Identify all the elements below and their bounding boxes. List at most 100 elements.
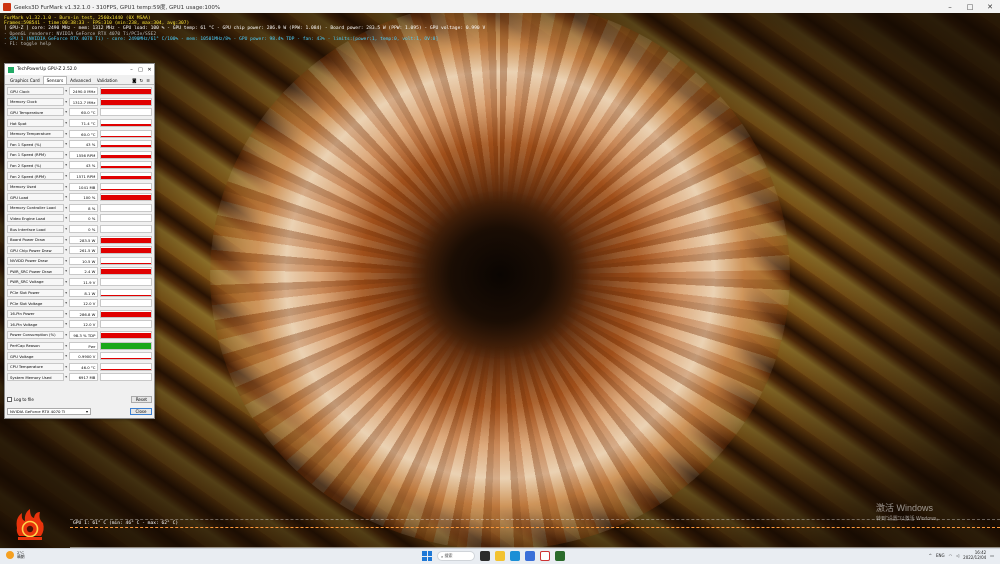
sensor-row: PWR_SRC Voltage ▾ 11.9 V — [7, 277, 153, 288]
tab-validation[interactable]: Validation — [94, 77, 121, 84]
minimize-icon[interactable]: – — [940, 3, 960, 11]
sensor-graph-fill — [101, 311, 152, 317]
tab-advanced[interactable]: Advanced — [67, 77, 94, 84]
sensor-row: Fan 1 Speed (RPM) ▾ 1556 RPM — [7, 150, 153, 161]
sensor-graph — [100, 309, 153, 318]
sensor-graph-fill — [101, 379, 152, 381]
clock[interactable]: 16:42 2022/12/04 — [963, 550, 987, 560]
close-icon[interactable]: ✕ — [145, 67, 154, 73]
sensor-row: GPU Chip Power Draw ▾ 261.5 W — [7, 245, 153, 256]
taskbar: 2°C 晴朗 ⌕ 搜索 ^ ENG ◠ ◁ 16:42 2022/12/04 ▭ — [0, 548, 1000, 564]
sensor-value: 12.0 V — [68, 299, 99, 308]
tab-graphics-card[interactable]: Graphics Card — [7, 77, 43, 84]
gpuz-taskbar-icon[interactable] — [555, 551, 565, 561]
sensor-graph-fill — [101, 124, 152, 127]
sensor-graph-fill — [101, 343, 152, 349]
sensor-graph — [100, 97, 153, 106]
sensor-value: 1571 RPM — [68, 172, 99, 181]
sensor-row: GPU Load ▾ 100 % — [7, 192, 153, 203]
close-button[interactable]: Close — [130, 407, 152, 415]
sensor-label: PCIe Slot Power — [7, 288, 64, 297]
tab-sensors[interactable]: Sensors — [42, 76, 68, 84]
input-language[interactable]: ENG — [936, 553, 945, 558]
log-to-file-checkbox[interactable] — [7, 397, 12, 402]
sensor-label: Fan 1 Speed (RPM) — [7, 150, 64, 159]
store-icon[interactable] — [525, 551, 535, 561]
sensor-value: 283.5 W — [68, 235, 99, 244]
weather-desc: 晴朗 — [17, 554, 25, 560]
refresh-icon[interactable]: ↻ — [139, 79, 143, 84]
furmark-taskbar-icon[interactable] — [540, 551, 550, 561]
sensor-row: Memory Controller Load ▾ 8 % — [7, 203, 153, 214]
sensor-graph — [100, 235, 153, 244]
sensor-graph-fill — [101, 188, 152, 190]
sensor-row: PCIe Slot Power ▾ 8.1 W — [7, 287, 153, 298]
sensor-label: Fan 2 Speed (RPM) — [7, 172, 64, 181]
sun-icon — [6, 551, 14, 560]
sensor-graph-fill — [101, 358, 152, 360]
maximize-icon[interactable]: □ — [960, 3, 980, 11]
sensor-value: 1556 RPM — [68, 150, 99, 159]
menu-icon[interactable]: ≡ — [146, 79, 150, 84]
activate-windows-watermark: 激活 Windows 转到"设置"以激活 Windows。 — [876, 501, 941, 522]
sensor-graph-fill — [101, 237, 152, 243]
sensor-graph — [100, 320, 153, 329]
sensor-label: NVVDD Power Draw — [7, 256, 64, 265]
sensor-label: Power Consumption (%) — [7, 330, 64, 339]
furmark-window-title: Geeks3D FurMark v1.32.1.0 - 310FPS, GPU1… — [14, 4, 221, 11]
clock-date: 2022/12/04 — [963, 554, 987, 560]
sensor-label: Memory Clock — [7, 97, 64, 106]
windows-start-icon[interactable] — [422, 551, 432, 561]
sensor-value: 12.0 V — [68, 320, 99, 329]
sensor-graph — [100, 267, 153, 276]
sensor-label: Board Power Draw — [7, 235, 64, 244]
sensor-graph — [100, 288, 153, 297]
reset-button[interactable]: Reset — [130, 396, 152, 403]
maximize-icon[interactable]: □ — [136, 67, 145, 73]
volume-icon[interactable]: ◁ — [956, 553, 959, 558]
close-icon[interactable]: ✕ — [980, 3, 1000, 11]
sensor-label: PerfCap Reason — [7, 341, 64, 350]
sensor-graph-fill — [101, 332, 152, 338]
camera-icon[interactable]: ◙ — [132, 79, 136, 84]
sensor-row: NVVDD Power Draw ▾ 10.5 W — [7, 256, 153, 267]
wifi-icon[interactable]: ◠ — [949, 553, 953, 558]
osd-line-gpuz: [ GPU-Z ] core: 2490 MHz - mem: 1312 MHz… — [4, 26, 486, 32]
sensor-graph — [100, 203, 153, 212]
sensor-row: Video Engine Load ▾ 0 % — [7, 213, 153, 224]
sensor-graph — [100, 256, 153, 265]
window-controls: – □ ✕ — [940, 3, 1000, 11]
sensor-graph — [100, 172, 153, 181]
edge-icon[interactable] — [510, 551, 520, 561]
sensor-graph — [100, 161, 153, 170]
osd-line-gpu1: - GPU 1 (NVIDIA GeForce RTX 4070 Ti) - c… — [4, 36, 439, 42]
minimize-icon[interactable]: – — [127, 67, 136, 73]
sensor-value: 2.4 W — [68, 267, 99, 276]
sensor-label: 16-Pin Power — [7, 309, 64, 318]
sensor-row: Fan 2 Speed (%) ▾ 43 % — [7, 160, 153, 171]
gpu-select-value: NVIDIA GeForce RTX 4070 Ti — [10, 408, 66, 414]
sensor-graph-fill — [101, 305, 152, 307]
sensor-graph-fill — [101, 165, 152, 169]
notification-icon[interactable]: ▭ — [990, 553, 994, 558]
furmark-logo — [16, 509, 44, 540]
sensor-graph-fill — [101, 326, 152, 328]
sensor-value: 10.5 W — [68, 256, 99, 265]
sensor-row: 16-Pin Voltage ▾ 12.0 V — [7, 319, 153, 330]
sensor-row: PCIe Slot Voltage ▾ 12.0 V — [7, 298, 153, 309]
sensor-value: 0.9900 V — [68, 352, 99, 361]
chevron-up-icon[interactable]: ^ — [929, 553, 932, 558]
sensor-value: 43 % — [68, 140, 99, 149]
sensor-value: 8 % — [68, 203, 99, 212]
furmark-osd: FurMark v1.32.1.0 - Burn-in test, 2560x1… — [4, 16, 485, 47]
task-view-icon[interactable] — [480, 551, 490, 561]
gpu-select[interactable]: NVIDIA GeForce RTX 4070 Ti ▾ — [7, 407, 91, 415]
taskbar-search[interactable]: ⌕ 搜索 — [437, 551, 475, 561]
gpuz-titlebar: TechPowerUp GPU-Z 2.52.0 – □ ✕ — [5, 64, 154, 75]
sensor-row: GPU Voltage ▾ 0.9900 V — [7, 351, 153, 362]
sensor-graph — [100, 150, 153, 159]
sensor-value: 98.3 % TDP — [68, 330, 99, 339]
weather-widget[interactable]: 2°C 晴朗 — [6, 550, 25, 560]
file-explorer-icon[interactable] — [495, 551, 505, 561]
sensor-label: Memory Temperature — [7, 129, 64, 138]
